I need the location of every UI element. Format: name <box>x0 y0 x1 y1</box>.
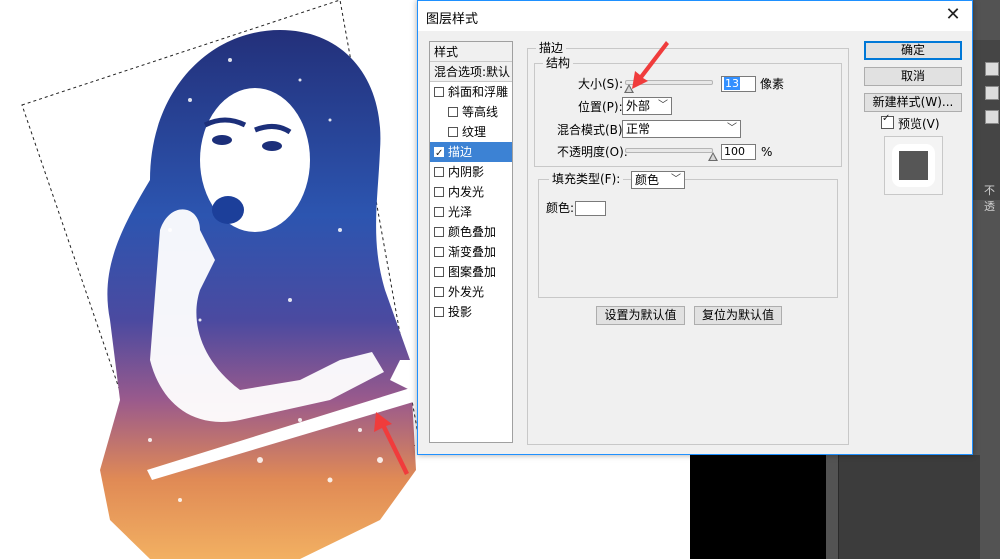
style-item[interactable]: 图案叠加 <box>430 262 512 282</box>
style-item[interactable]: 斜面和浮雕 <box>430 82 512 102</box>
styles-list: 样式 混合选项:默认 斜面和浮雕等高线纹理描边内阴影内发光光泽颜色叠加渐变叠加图… <box>429 41 513 443</box>
chevron-down-icon: ﹀ <box>658 100 668 111</box>
stroke-color-swatch[interactable] <box>575 201 606 216</box>
dialog-titlebar[interactable]: 图层样式 ✕ <box>418 1 972 31</box>
style-item[interactable]: 内发光 <box>430 182 512 202</box>
size-input[interactable]: 13 <box>721 76 756 92</box>
opacity-input[interactable]: 100 <box>721 144 756 160</box>
style-item-label: 等高线 <box>462 105 499 119</box>
position-select[interactable]: 外部 ﹀ <box>622 97 672 115</box>
close-button[interactable]: ✕ <box>938 3 968 29</box>
chevron-down-icon: ﹀ <box>671 174 681 185</box>
fill-type-select[interactable]: 颜色 ﹀ <box>631 171 685 189</box>
style-item-label: 内阴影 <box>448 165 485 179</box>
canvas-dark-area <box>690 455 826 559</box>
style-item-label: 投影 <box>448 305 473 319</box>
reset-default-button[interactable]: 复位为默认值 <box>694 306 782 325</box>
style-item[interactable]: 渐变叠加 <box>430 242 512 262</box>
position-label: 位置(P): <box>578 100 623 114</box>
style-item[interactable]: 投影 <box>430 302 512 322</box>
stroke-groupbox: 描边 结构 大小(S): 13 像素 位置(P): 外部 ﹀ 混合模式(B): 正… <box>527 41 849 445</box>
style-checkbox[interactable] <box>434 307 444 317</box>
style-item-label: 光泽 <box>448 205 473 219</box>
dialog-title: 图层样式 <box>426 12 479 27</box>
preview-square <box>899 151 928 180</box>
size-value: 13 <box>724 77 740 90</box>
style-item-label: 斜面和浮雕 <box>448 85 509 99</box>
layers-panel-area <box>838 455 980 559</box>
fill-type-value: 颜色 <box>635 173 660 187</box>
style-item-label: 图案叠加 <box>448 265 497 279</box>
style-item-label: 描边 <box>448 145 473 159</box>
style-checkbox[interactable] <box>434 287 444 297</box>
structure-groupbox: 结构 大小(S): 13 像素 位置(P): 外部 ﹀ 混合模式(B): 正常 ﹀ … <box>534 56 842 167</box>
preview-label: 预览(V) <box>898 117 940 131</box>
style-checkbox[interactable] <box>434 87 444 97</box>
style-item-label: 渐变叠加 <box>448 245 497 259</box>
stroke-group-title: 描边 <box>536 41 567 55</box>
preview-checkbox[interactable] <box>881 113 894 129</box>
style-item[interactable]: 内阴影 <box>430 162 512 182</box>
color-label: 颜色: <box>546 201 575 215</box>
opacity-value: 100 <box>724 145 745 158</box>
size-label: 大小(S): <box>578 77 624 91</box>
style-item-label: 颜色叠加 <box>448 225 497 239</box>
opacity-label: 不透明度(O): <box>557 145 628 159</box>
style-checkbox[interactable] <box>448 107 458 117</box>
style-item[interactable]: 等高线 <box>430 102 512 122</box>
ok-button[interactable]: 确定 <box>864 41 962 60</box>
style-item[interactable]: 描边 <box>430 142 512 164</box>
opacity-slider-thumb[interactable] <box>708 152 718 161</box>
blend-options-item[interactable]: 混合选项:默认 <box>430 62 512 82</box>
style-checkbox[interactable] <box>434 227 444 237</box>
preview-rounded-frame <box>892 144 935 187</box>
blend-mode-value: 正常 <box>626 122 651 136</box>
style-checkbox[interactable] <box>434 247 444 257</box>
panel-icon-button[interactable] <box>985 86 999 100</box>
style-checkbox[interactable] <box>434 144 444 164</box>
styles-header[interactable]: 样式 <box>430 42 512 62</box>
style-checkbox[interactable] <box>434 187 444 197</box>
position-value: 外部 <box>626 99 651 113</box>
panel-icon-button[interactable] <box>985 62 999 76</box>
style-item-label: 外发光 <box>448 285 485 299</box>
preview-checkbox-row[interactable]: 预览(V) <box>881 113 940 132</box>
preview-thumbnail <box>884 136 943 195</box>
style-item-label: 内发光 <box>448 185 485 199</box>
cancel-button[interactable]: 取消 <box>864 67 962 86</box>
style-checkbox[interactable] <box>448 127 458 137</box>
style-checkbox[interactable] <box>434 267 444 277</box>
style-item[interactable]: 外发光 <box>430 282 512 302</box>
style-item-label: 纹理 <box>462 125 487 139</box>
structure-title: 结构 <box>543 56 574 70</box>
style-item[interactable]: 纹理 <box>430 122 512 142</box>
fill-type-label: 填充类型(F): <box>549 171 624 187</box>
layer-style-dialog: 图层样式 ✕ 样式 混合选项:默认 斜面和浮雕等高线纹理描边内阴影内发光光泽颜色… <box>417 0 973 455</box>
panel-opacity-label: 不透 <box>984 184 995 213</box>
chevron-down-icon: ﹀ <box>727 123 737 134</box>
opacity-slider[interactable] <box>625 148 713 153</box>
blend-mode-label: 混合模式(B): <box>557 123 627 137</box>
opacity-unit-label: % <box>761 145 773 159</box>
blend-mode-select[interactable]: 正常 ﹀ <box>622 120 741 138</box>
style-checkbox[interactable] <box>434 207 444 217</box>
size-slider[interactable] <box>625 80 713 85</box>
size-slider-thumb[interactable] <box>624 84 635 93</box>
panel-icon-button[interactable] <box>985 110 999 124</box>
size-unit-label: 像素 <box>760 77 785 91</box>
make-default-button[interactable]: 设置为默认值 <box>596 306 685 325</box>
style-item[interactable]: 颜色叠加 <box>430 222 512 242</box>
style-item[interactable]: 光泽 <box>430 202 512 222</box>
new-style-button[interactable]: 新建样式(W)... <box>864 93 962 112</box>
style-checkbox[interactable] <box>434 167 444 177</box>
fill-type-groupbox: 填充类型(F): 颜色 ﹀ 颜色: <box>538 171 838 298</box>
